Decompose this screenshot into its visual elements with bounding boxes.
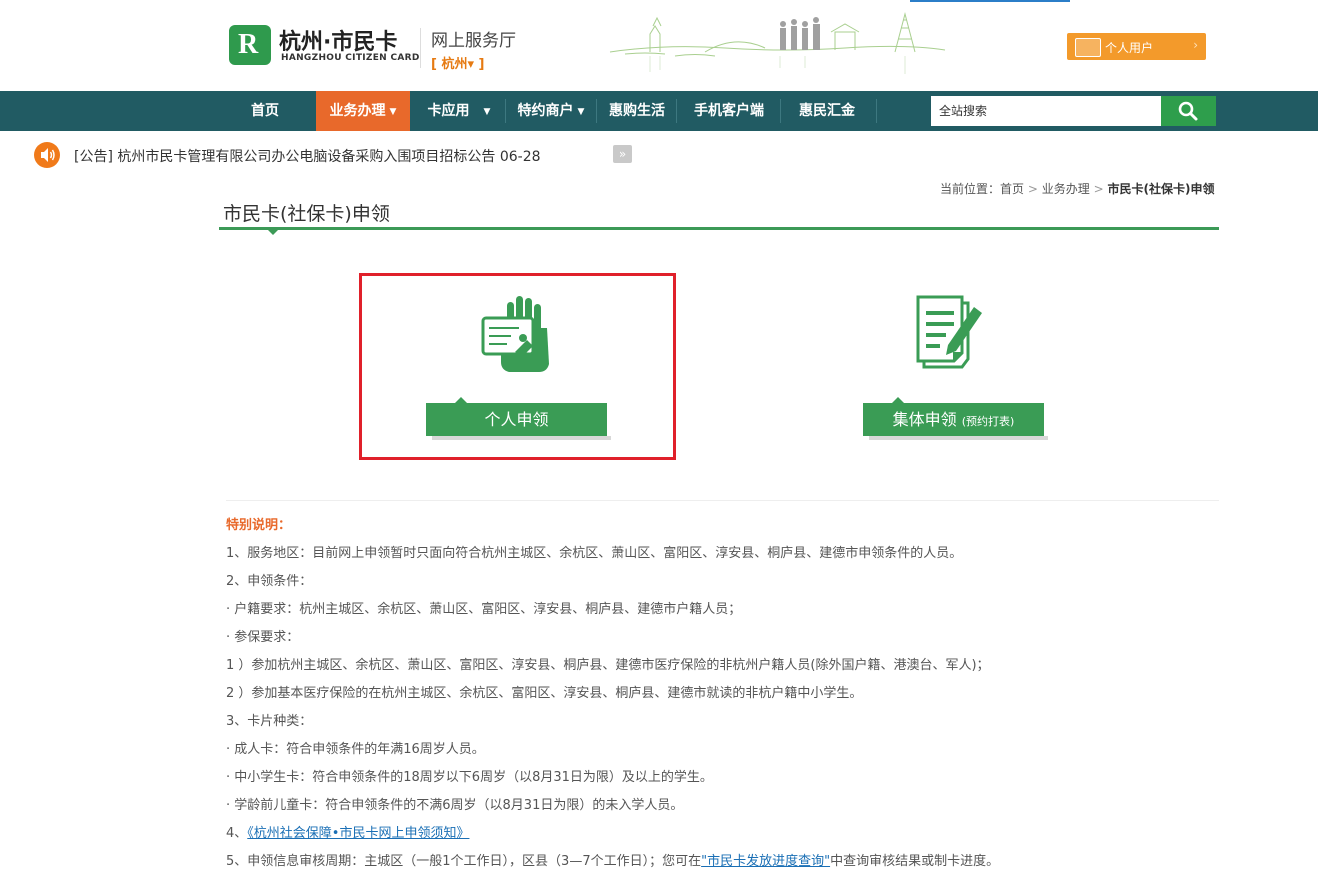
title-underline (219, 227, 1219, 230)
nav-label: 特约商户 (517, 103, 574, 119)
site-search (931, 96, 1161, 126)
nav-item-shopping[interactable]: 惠购生活 (601, 91, 673, 131)
breadcrumb-separator: > (1093, 182, 1104, 196)
header: R 杭州·市民卡 HANGZHOU CITIZEN CARD 网上服务厅 [ 杭… (0, 0, 1318, 91)
button-shadow (432, 436, 611, 440)
notes-line: · 参保要求： (226, 630, 300, 645)
breadcrumb-current: 市民卡(社保卡)申领 (1107, 182, 1215, 196)
top-accent-line (910, 0, 1070, 2)
nav-label: 卡应用 (427, 103, 470, 119)
personal-user-label: 个人用户 (1105, 41, 1154, 55)
nav-divider (676, 99, 677, 123)
search-icon (1178, 101, 1198, 121)
nav-divider (780, 99, 781, 123)
progress-query-link[interactable]: "市民卡发放进度查询" (701, 854, 830, 869)
button-shadow (869, 436, 1048, 440)
notes-line: · 成人卡：符合申领条件的年满16周岁人员。 (226, 742, 485, 757)
group-apply-label: 集体申领 (892, 410, 957, 429)
personal-user-button[interactable]: 个人用户 › (1067, 33, 1206, 60)
personal-apply-button[interactable]: 个人申领 (426, 397, 611, 440)
nav-item-finance[interactable]: 惠民汇金 (788, 91, 866, 131)
caret-down-icon: ▼ (389, 107, 397, 117)
city-selector[interactable]: [ 杭州▾ ] (431, 53, 484, 72)
group-apply-sublabel: (预约打表) (961, 415, 1015, 428)
nav-item-business[interactable]: 业务办理 ▼ (316, 91, 410, 131)
notes-line-prefix: 5、申领信息审核周期：主城区（一般1个工作日），区县（3—7个工作日）；您可在 (226, 854, 702, 869)
logo-icon[interactable]: R (229, 25, 271, 65)
document-edit-icon (916, 295, 982, 369)
speaker-icon (34, 142, 60, 168)
title-notch (267, 229, 279, 235)
notes-heading: 特别说明： (226, 518, 292, 533)
nav-divider (505, 99, 506, 123)
logo-subtext: HANGZHOU CITIZEN CARD (281, 53, 420, 63)
nav-label: 惠民汇金 (799, 103, 855, 119)
notes-line: · 学龄前儿童卡：符合申领条件的不满6周岁（以8月31日为限）的未入学人员。 (226, 798, 684, 813)
personal-apply-card[interactable]: 个人申领 (359, 273, 676, 460)
nav-item-card-app[interactable]: 卡应用 ▼ (418, 91, 500, 131)
logo-text[interactable]: 杭州·市民卡 (279, 24, 397, 56)
nav-divider (596, 99, 597, 123)
search-button[interactable] (1161, 96, 1216, 126)
personal-apply-label: 个人申领 (484, 410, 549, 429)
breadcrumb-separator: > (1027, 182, 1038, 196)
notes-line-suffix: 中查询审核结果或制卡进度。 (830, 854, 1000, 869)
announcement-link[interactable]: [公告] 杭州市民卡管理有限公司办公电脑设备采购入围项目招标公告 06-28 (74, 146, 541, 166)
city-skyline-illustration (609, 12, 946, 74)
caret-down-icon: ▼ (577, 107, 585, 117)
site-subtitle: 网上服务厅 (431, 31, 516, 51)
breadcrumb: 当前位置：首页 > 业务办理 > 市民卡(社保卡)申领 (940, 180, 1214, 197)
nav-label: 首页 (251, 103, 279, 119)
notes-line: 1 ）参加杭州主城区、余杭区、萧山区、富阳区、淳安县、桐庐县、建德市医疗保险的非… (226, 658, 990, 673)
notes-line: · 户籍要求：杭州主城区、余杭区、萧山区、富阳区、淳安县、桐庐县、建德市户籍人员… (226, 602, 742, 617)
special-notes: 特别说明： 1、服务地区：目前网上申领暂时只面向符合杭州主城区、余杭区、萧山区、… (226, 516, 1226, 880)
nav-item-merchants[interactable]: 特约商户 ▼ (510, 91, 592, 131)
caret-down-icon: ▼ (483, 107, 491, 117)
notes-line: · 中小学生卡：符合申领条件的18周岁以下6周岁（以8月31日为限）及以上的学生… (226, 770, 713, 785)
logo-divider (420, 28, 421, 68)
breadcrumb-home[interactable]: 首页 (1000, 182, 1024, 196)
page-title: 市民卡(社保卡)申领 (223, 203, 390, 225)
chevron-right-icon: › (1193, 38, 1198, 52)
user-card-icon (1075, 38, 1101, 57)
notes-line-prefix: 4、 (226, 826, 248, 841)
nav-label: 惠购生活 (609, 103, 665, 119)
nav-label: 手机客户端 (694, 103, 764, 119)
group-apply-card[interactable]: 集体申领 (预约打表) (796, 273, 1112, 459)
breadcrumb-prefix: 当前位置： (940, 182, 1001, 196)
notes-line: 3、卡片种类： (226, 714, 313, 729)
search-input[interactable] (931, 96, 1161, 126)
notes-line: 2、申领条件： (226, 574, 313, 589)
application-notice-link[interactable]: 《杭州社会保障•市民卡网上申领须知》 (247, 826, 469, 841)
notes-line-4: 4、《杭州社会保障•市民卡网上申领须知》 (226, 824, 1226, 852)
nav-divider (876, 99, 877, 123)
next-announcement-button[interactable]: » (613, 145, 632, 163)
notes-line: 2 ）参加基本医疗保险的在杭州主城区、余杭区、富阳区、淳安县、桐庐县、建德市就读… (226, 686, 863, 701)
nav-label: 业务办理 (329, 103, 386, 119)
card-hand-icon (481, 296, 549, 372)
group-apply-button[interactable]: 集体申领 (预约打表) (863, 397, 1048, 440)
nav-item-home[interactable]: 首页 (236, 91, 294, 131)
nav-item-mobile-client[interactable]: 手机客户端 (683, 91, 775, 131)
notes-line-5: 5、申领信息审核周期：主城区（一般1个工作日），区县（3—7个工作日）；您可在"… (226, 852, 1226, 880)
notes-line: 1、服务地区：目前网上申领暂时只面向符合杭州主城区、余杭区、萧山区、富阳区、淳安… (226, 546, 963, 561)
breadcrumb-section[interactable]: 业务办理 (1042, 182, 1090, 196)
section-divider (226, 500, 1219, 501)
